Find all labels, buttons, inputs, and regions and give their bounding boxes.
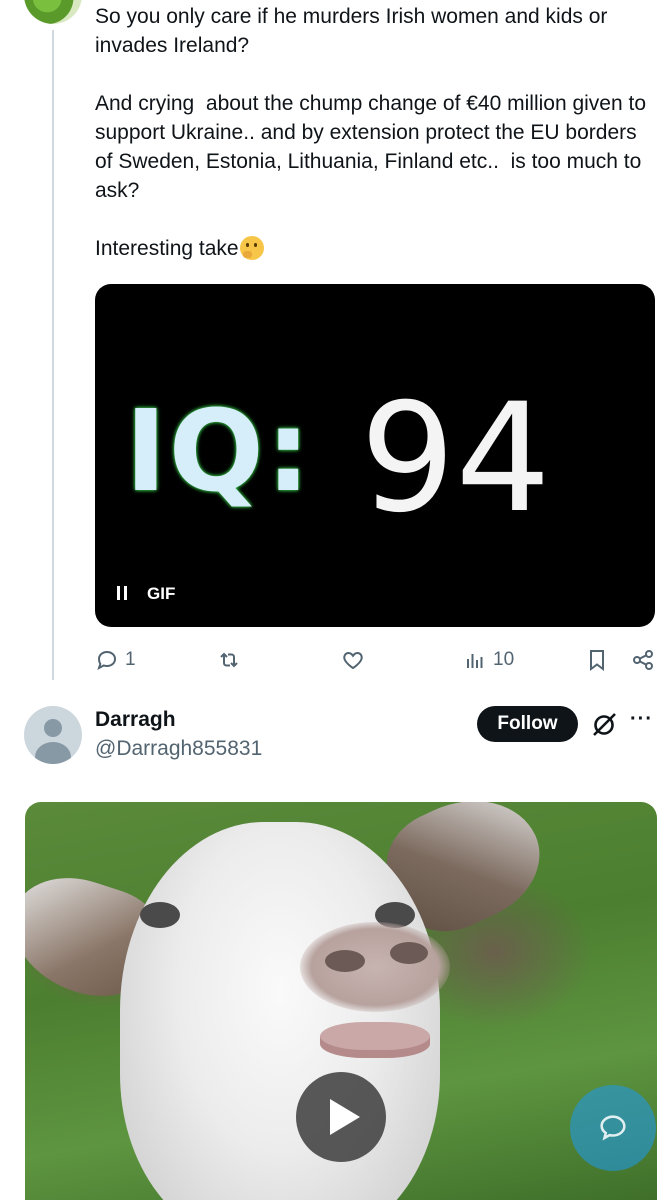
gif-media[interactable]: IQ: 94 GIF	[95, 284, 655, 627]
reply-count: 1	[125, 649, 136, 670]
goat-mouth	[320, 1022, 430, 1058]
goat-nose	[300, 922, 450, 1012]
like-button[interactable]	[341, 645, 365, 675]
chat-icon	[600, 1115, 626, 1141]
grok-icon[interactable]	[590, 711, 618, 739]
retweet-button[interactable]	[217, 645, 241, 675]
tweet-paragraph-3: Interesting take	[95, 237, 239, 260]
gif-badge: GIF	[147, 584, 176, 603]
author-avatar[interactable]	[24, 0, 82, 24]
tweet-actions: 1 10	[95, 645, 655, 677]
tweet-paragraph-2: And crying about the chump change of €40…	[95, 92, 652, 202]
thread-connector	[52, 30, 54, 680]
play-button[interactable]	[296, 1072, 386, 1162]
avatar[interactable]	[24, 706, 82, 764]
like-icon	[343, 651, 363, 670]
gif-iq-value: 94	[360, 372, 551, 546]
pause-icon[interactable]	[117, 586, 127, 600]
avatar-head	[44, 719, 62, 737]
thinking-face-emoji-icon	[239, 236, 264, 260]
goat-left-eye	[140, 902, 180, 928]
gif-controls: GIF	[117, 584, 175, 604]
user-handle[interactable]: @Darragh855831	[95, 737, 262, 761]
goat-face	[120, 822, 450, 1200]
avatar-body	[35, 742, 71, 764]
views-icon	[467, 654, 483, 668]
goat-right-nostril	[390, 942, 428, 964]
play-icon	[330, 1099, 360, 1135]
bookmark-button[interactable]	[585, 645, 609, 675]
views-button[interactable]: 10	[463, 645, 514, 675]
retweet-icon	[220, 652, 238, 668]
views-count: 10	[493, 649, 515, 670]
display-name[interactable]: Darragh	[95, 708, 176, 732]
gif-iq-label: IQ:	[125, 387, 313, 517]
bookmark-icon	[590, 650, 604, 671]
chat-button[interactable]	[570, 1085, 656, 1171]
follow-button[interactable]: Follow	[477, 706, 578, 742]
reply-icon	[97, 650, 117, 671]
tweet-text: So you only care if he murders Irish wom…	[95, 2, 655, 263]
share-button[interactable]	[631, 645, 655, 675]
more-icon[interactable]: ···	[630, 708, 653, 731]
share-icon	[633, 650, 653, 670]
goat-left-nostril	[325, 950, 365, 972]
reply-button[interactable]: 1	[95, 645, 136, 675]
tweet-paragraph-1: So you only care if he murders Irish wom…	[95, 5, 614, 57]
